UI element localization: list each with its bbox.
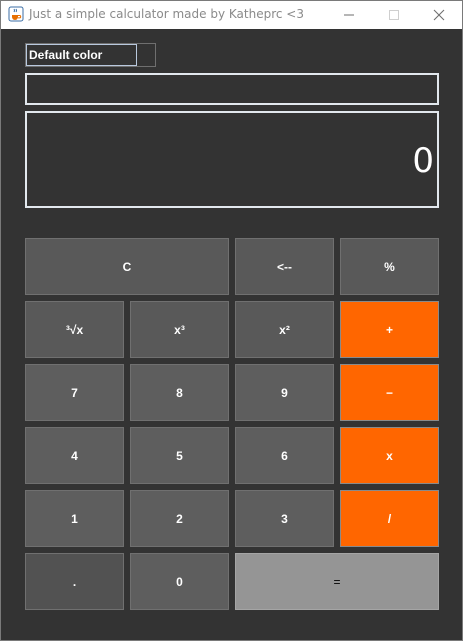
window-title: Just a simple calculator made by Kathepr… (29, 7, 304, 21)
one-button[interactable]: 1 (25, 490, 124, 547)
minimize-button[interactable] (326, 1, 372, 29)
maximize-icon (389, 10, 399, 20)
nine-button[interactable]: 9 (235, 364, 334, 421)
plus-button[interactable]: + (340, 301, 439, 358)
close-button[interactable] (416, 1, 462, 29)
three-button[interactable]: 3 (235, 490, 334, 547)
four-button[interactable]: 4 (25, 427, 124, 484)
decimal-point-button[interactable]: . (25, 553, 124, 610)
eight-button[interactable]: 8 (130, 364, 229, 421)
java-cup-icon (8, 6, 24, 22)
two-button[interactable]: 2 (130, 490, 229, 547)
divide-button[interactable]: / (340, 490, 439, 547)
close-icon (433, 9, 445, 21)
color-selector-value: Default color (26, 44, 137, 66)
maximize-button[interactable] (371, 1, 417, 29)
clear-button[interactable]: C (25, 238, 229, 295)
title-bar[interactable]: Just a simple calculator made by Kathepr… (1, 1, 462, 29)
minimize-icon (344, 14, 354, 16)
color-selector[interactable]: Default color (25, 43, 156, 67)
square-button[interactable]: x² (235, 301, 334, 358)
minus-button[interactable]: − (340, 364, 439, 421)
calculator-window: Just a simple calculator made by Kathepr… (0, 0, 463, 641)
display-value: 0 (412, 141, 434, 181)
multiply-button[interactable]: x (340, 427, 439, 484)
five-button[interactable]: 5 (130, 427, 229, 484)
zero-button[interactable]: 0 (130, 553, 229, 610)
expression-field[interactable] (25, 73, 439, 105)
percent-button[interactable]: % (340, 238, 439, 295)
dropdown-arrow-icon[interactable] (138, 44, 155, 66)
cube-root-button[interactable]: ³√x (25, 301, 124, 358)
cube-button[interactable]: x³ (130, 301, 229, 358)
equals-button[interactable]: = (235, 553, 439, 610)
seven-button[interactable]: 7 (25, 364, 124, 421)
six-button[interactable]: 6 (235, 427, 334, 484)
backspace-button[interactable]: <-- (235, 238, 334, 295)
result-display: 0 (25, 111, 439, 208)
